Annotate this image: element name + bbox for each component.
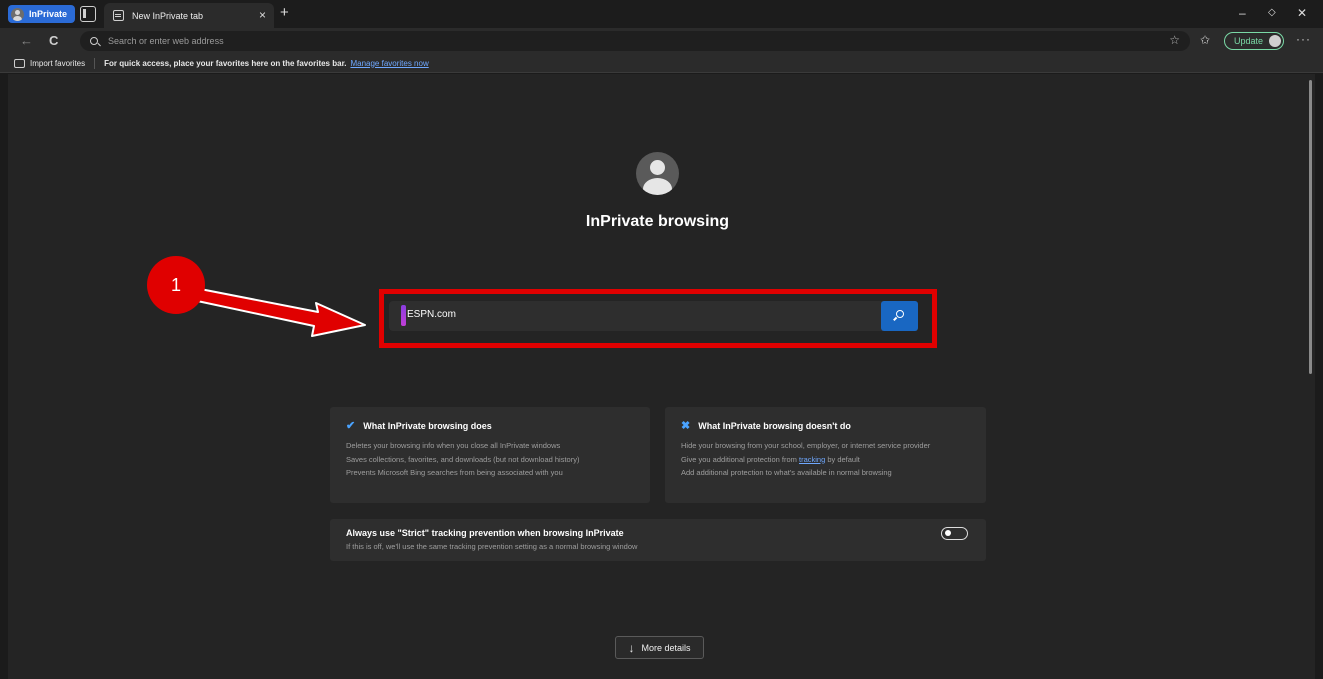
- inprivate-doesnt-card: ✖ What InPrivate browsing doesn't do Hid…: [665, 407, 986, 503]
- minimize-button[interactable]: –: [1239, 6, 1246, 20]
- address-placeholder: Search or enter web address: [108, 36, 224, 46]
- update-label: Update: [1234, 36, 1264, 46]
- profile-sync-icon: [1269, 35, 1282, 47]
- favorites-bar: Import favorites For quick access, place…: [0, 54, 1323, 73]
- annotation-arrow-icon: [187, 286, 366, 337]
- favorites-icon[interactable]: ✩: [1200, 33, 1210, 47]
- card-title-text: What InPrivate browsing does: [363, 421, 492, 431]
- title-bar: InPrivate New InPrivate tab × + – ◇ ✕: [0, 0, 1323, 28]
- toggle-knob: [945, 530, 951, 537]
- inprivate-does-card: ✔ What InPrivate browsing does Deletes y…: [330, 407, 650, 503]
- inprivate-label: InPrivate: [29, 9, 68, 19]
- strict-setting-description: If this is off, we'll use the same track…: [346, 542, 638, 551]
- favorites-hint-text: For quick access, place your favorites h…: [104, 58, 347, 68]
- list-item: Hide your browsing from your school, emp…: [681, 441, 931, 450]
- divider: [94, 57, 96, 69]
- settings-more-icon[interactable]: ···: [1296, 32, 1311, 46]
- tab-title: New InPrivate tab: [132, 10, 204, 21]
- tab-actions-menu-icon[interactable]: [80, 6, 96, 22]
- checkmark-icon: ✔: [346, 420, 356, 432]
- scrollbar[interactable]: [1309, 80, 1312, 374]
- page-title: InPrivate browsing: [585, 213, 730, 230]
- tab-new-inprivate[interactable]: New InPrivate tab ×: [104, 3, 274, 28]
- navigation-bar: ← C Search or enter web address ☆ ✩ Upda…: [0, 28, 1323, 54]
- strict-tracking-setting: Always use "Strict" tracking prevention …: [330, 519, 986, 561]
- card-title: ✔ What InPrivate browsing does: [346, 420, 650, 432]
- annotation-step-badge: 1: [147, 256, 205, 314]
- strict-tracking-toggle[interactable]: [941, 527, 968, 540]
- inprivate-avatar-icon: [636, 152, 679, 195]
- strict-setting-title: Always use "Strict" tracking prevention …: [346, 528, 624, 538]
- list-item: Saves collections, favorites, and downlo…: [346, 454, 580, 464]
- inprivate-profile-button[interactable]: InPrivate: [8, 5, 76, 23]
- import-favorites-button[interactable]: Import favorites: [30, 59, 85, 68]
- search-icon: [90, 37, 98, 45]
- card-title: ✖ What InPrivate browsing doesn't do: [681, 420, 986, 432]
- tracking-link[interactable]: tracking: [799, 455, 825, 464]
- list-item: Give you additional protection from trac…: [681, 453, 986, 467]
- refresh-icon[interactable]: C: [49, 33, 58, 48]
- inprivate-page: InPrivate browsing ESPN.com ✔ What InPri…: [8, 74, 1315, 679]
- restore-button[interactable]: ◇: [1268, 6, 1276, 20]
- page-icon: [113, 10, 124, 21]
- x-mark-icon: ✖: [681, 420, 691, 432]
- card-title-text: What InPrivate browsing doesn't do: [698, 421, 851, 431]
- more-details-label: More details: [641, 642, 691, 653]
- more-details-button[interactable]: ↓ More details: [615, 636, 704, 659]
- import-favorites-icon: [14, 58, 25, 68]
- list-item-text: by default: [825, 454, 860, 464]
- new-tab-button[interactable]: +: [280, 5, 289, 21]
- close-window-button[interactable]: ✕: [1297, 6, 1307, 20]
- list-item-text: Give you additional protection from: [681, 454, 799, 464]
- tab-close-icon[interactable]: ×: [259, 8, 266, 22]
- list-item: Add additional protection to what's avai…: [681, 468, 892, 477]
- down-arrow-icon: ↓: [628, 640, 635, 655]
- address-bar[interactable]: Search or enter web address ☆: [80, 31, 1190, 51]
- update-button[interactable]: Update: [1224, 32, 1284, 50]
- list-item: Deletes your browsing info when you clos…: [346, 441, 561, 450]
- add-favorite-star-icon[interactable]: ☆: [1169, 33, 1180, 47]
- profile-avatar-icon: [11, 7, 24, 21]
- list-item: Prevents Microsoft Bing searches from be…: [346, 468, 563, 477]
- manage-favorites-link[interactable]: Manage favorites now: [350, 59, 428, 68]
- back-arrow-icon[interactable]: ←: [20, 33, 33, 48]
- annotation-highlight-box: [379, 289, 937, 348]
